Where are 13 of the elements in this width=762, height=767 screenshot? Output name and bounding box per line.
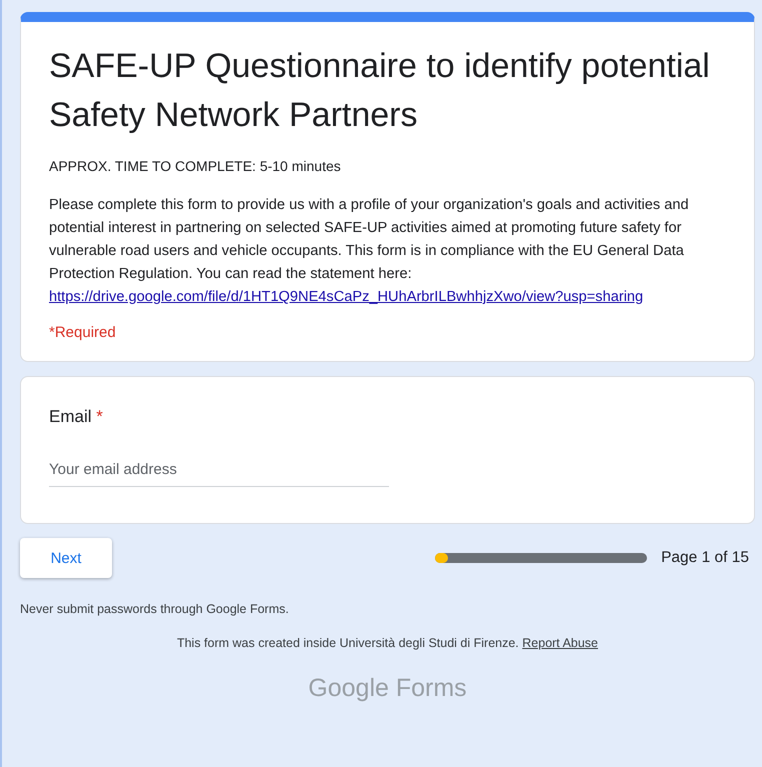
required-note: *Required: [49, 324, 117, 341]
password-warning: Never submit passwords through Google Forms.: [20, 602, 290, 616]
time-note: APPROX. TIME TO COMPLETE: 5-10 minutes: [49, 158, 342, 174]
required-mark: *: [96, 407, 103, 426]
google-forms-logo: Google Forms: [308, 674, 467, 702]
report-abuse-link[interactable]: Report Abuse: [522, 636, 598, 650]
page-indicator: Page 1 of 15: [661, 549, 749, 567]
form-description: Please complete this form to provide us with a profile of your organization's goals and activities and potential interest in partnering on selected SAFE-UP activities aimed at promoting future safety for vulnerable road users and vehicle occupants. This form is in compliance with the EU General Data Protection Regulation. You can read the statement here: https://drive.google.com/file/d/1HT1Q9NE4sCaPz_HUhArbrILBwhhjzXwo/view?usp=sharing: [49, 196, 690, 307]
form-title: SAFE-UP Questionnaire to identify potential Safety Network Partners: [49, 46, 711, 136]
question-label: Email: [49, 407, 92, 426]
next-button[interactable]: Next: [20, 538, 112, 578]
statement-link[interactable]: https://drive.google.com/file/d/1HT1Q9NE4sCaPz_HUhArbrILBwhhjzXwo/view?usp=sharing: [49, 289, 644, 305]
created-note: This form was created inside Università degli Studi di Firenze.: [176, 636, 519, 650]
